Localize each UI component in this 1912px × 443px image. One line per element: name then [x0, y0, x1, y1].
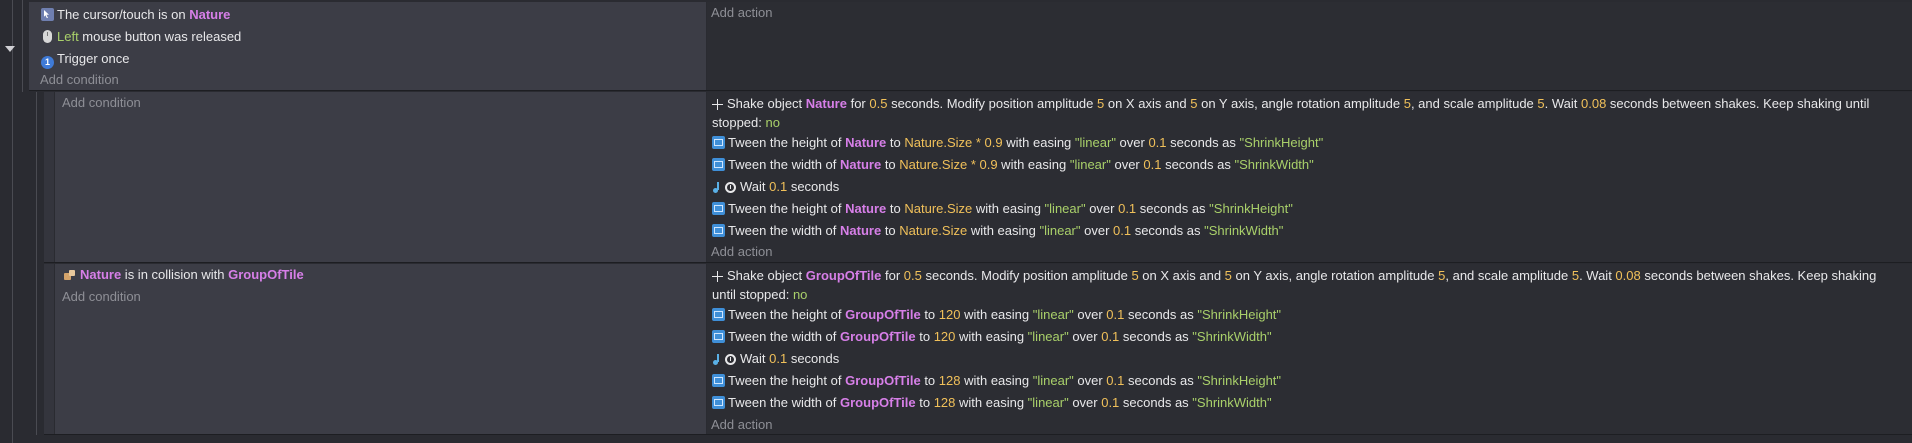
mouse-icon	[43, 30, 52, 43]
event-separator	[44, 434, 1912, 435]
sub1-conditions-panel[interactable]	[55, 92, 706, 262]
cursor-icon	[41, 8, 54, 21]
sub2-add-action[interactable]: Add action	[711, 414, 772, 436]
collision-icon	[64, 270, 76, 281]
async-note-icon	[712, 182, 721, 193]
tween-icon	[712, 224, 725, 237]
sub2-action-tween-height[interactable]: Tween the height of GroupOfTile to 120 w…	[712, 304, 1281, 326]
sub1-action-tween-width[interactable]: Tween the width of Nature to Nature.Size…	[712, 154, 1314, 176]
event1-add-condition[interactable]: Add condition	[40, 69, 119, 91]
async-note-icon	[712, 354, 721, 365]
move-icon	[712, 271, 723, 282]
event-separator	[44, 262, 1912, 263]
sub2-conditions-panel[interactable]	[55, 264, 706, 434]
sub2-add-condition[interactable]: Add condition	[62, 286, 141, 308]
gutter-line	[22, 0, 23, 92]
timer-icon	[725, 354, 736, 365]
sub1-action-tween-height[interactable]: Tween the height of Nature to Nature.Siz…	[712, 132, 1323, 154]
collapse-chevron-icon[interactable]	[5, 46, 15, 52]
sub2-indent-bar	[44, 264, 54, 434]
sub1-add-condition[interactable]: Add condition	[62, 92, 141, 114]
tween-icon	[712, 158, 725, 171]
sub1-add-action[interactable]: Add action	[711, 241, 772, 263]
gutter-line	[12, 0, 13, 443]
trigger-once-icon: 1	[41, 56, 54, 69]
sub2-action-tween-height-restore[interactable]: Tween the height of GroupOfTile to 128 w…	[712, 370, 1281, 392]
sub2-condition-collision[interactable]: Nature is in collision with GroupOfTile	[64, 264, 304, 286]
move-icon	[712, 99, 723, 110]
sub1-action-tween-height-restore[interactable]: Tween the height of Nature to Nature.Siz…	[712, 198, 1293, 220]
sub2-action-wait[interactable]: Wait 0.1 seconds	[712, 348, 839, 370]
sub2-action-shake[interactable]: Shake object GroupOfTile for 0.5 seconds…	[712, 266, 1902, 304]
tween-icon	[712, 330, 725, 343]
tween-icon	[712, 202, 725, 215]
event1-actions-panel[interactable]	[707, 2, 1912, 90]
tween-icon	[712, 374, 725, 387]
tween-icon	[712, 396, 725, 409]
event1-condition-cursor-on[interactable]: The cursor/touch is on Nature	[41, 4, 230, 26]
event-separator	[29, 90, 1912, 91]
sub2-action-tween-width-restore[interactable]: Tween the width of GroupOfTile to 128 wi…	[712, 392, 1272, 414]
sub1-action-tween-width-restore[interactable]: Tween the width of Nature to Nature.Size…	[712, 220, 1283, 242]
sub2-action-tween-width[interactable]: Tween the width of GroupOfTile to 120 wi…	[712, 326, 1272, 348]
event1-condition-trigger-once[interactable]: 1 Trigger once	[41, 48, 130, 70]
timer-icon	[725, 182, 736, 193]
sub1-action-wait[interactable]: Wait 0.1 seconds	[712, 176, 839, 198]
gutter-line	[36, 92, 37, 435]
tween-icon	[712, 308, 725, 321]
event1-condition-mouse-released[interactable]: Left mouse button was released	[41, 26, 241, 48]
sub1-indent-bar	[44, 92, 54, 262]
event1-add-action[interactable]: Add action	[711, 2, 772, 24]
tween-icon	[712, 136, 725, 149]
sub1-action-shake[interactable]: Shake object Nature for 0.5 seconds. Mod…	[712, 94, 1902, 132]
